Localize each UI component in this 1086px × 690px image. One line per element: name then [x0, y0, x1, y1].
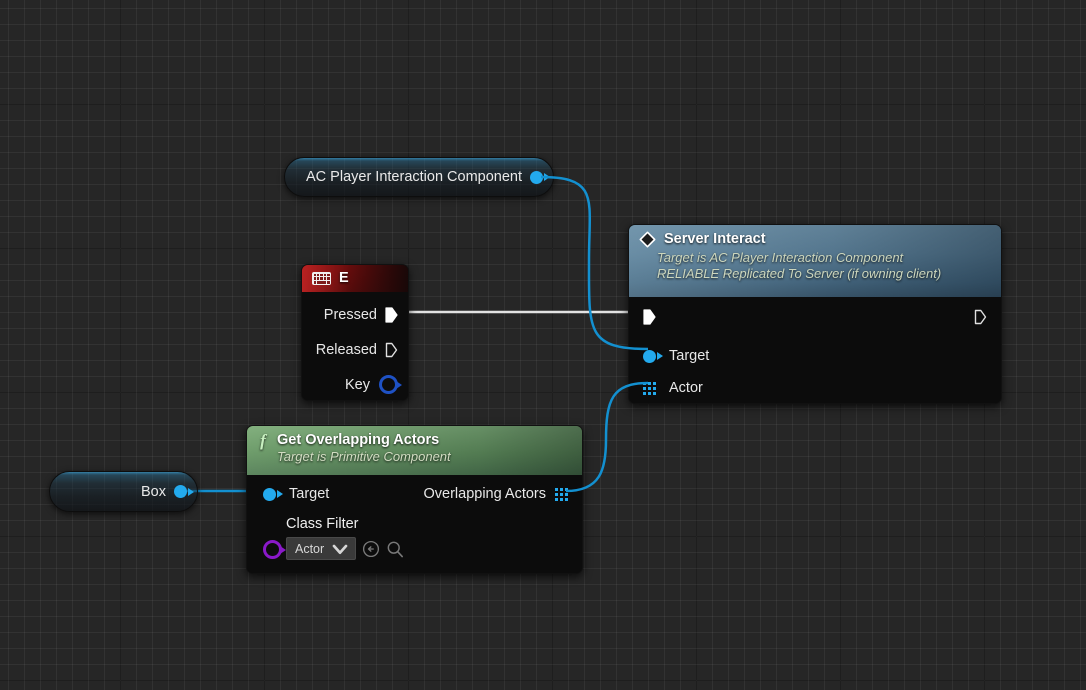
actor-input-pin[interactable]	[643, 381, 656, 395]
blueprint-graph-canvas[interactable]: AC Player Interaction Component Box E Pr…	[0, 0, 1086, 690]
target-input-pin[interactable]	[263, 487, 276, 501]
node-server-interact[interactable]: Server Interact Target is AC Player Inte…	[628, 224, 1002, 404]
pin-row-overlapping-actors[interactable]: Overlapping Actors	[423, 481, 568, 507]
class-filter-dropdown[interactable]: Actor	[286, 537, 357, 560]
diamond-event-icon	[639, 231, 656, 248]
node-key-event-e[interactable]: E Pressed Released Key	[301, 264, 409, 401]
node-get-overlapping-actors[interactable]: f Get Overlapping Actors Target is Primi…	[246, 425, 583, 574]
function-f-icon: f	[260, 431, 266, 450]
node-title-text: Get Overlapping Actors	[277, 432, 440, 448]
target-input-pin[interactable]	[643, 349, 656, 363]
pin-row-released[interactable]: Released	[302, 332, 398, 367]
node-title-row: f Get Overlapping Actors	[257, 432, 572, 449]
overlapping-actors-output-pin[interactable]	[555, 487, 568, 501]
node-title: AC Player Interaction Component	[306, 169, 522, 185]
node-subtitle: Target is Primitive Component	[277, 449, 451, 464]
node-body: Target Actor	[629, 297, 1001, 403]
box-output-pin[interactable]	[174, 485, 187, 498]
node-header: Server Interact Target is AC Player Inte…	[629, 225, 1001, 297]
pin-label: Overlapping Actors	[423, 486, 546, 502]
pin-label: Target	[289, 486, 330, 502]
chevron-down-icon	[332, 544, 348, 554]
exec-output-pin-released[interactable]	[385, 342, 398, 358]
pin-row-target[interactable]: Target	[263, 481, 329, 507]
browse-back-icon[interactable]	[362, 540, 380, 558]
pin-row-pressed[interactable]: Pressed	[302, 297, 398, 332]
exec-output-pin[interactable]	[974, 309, 987, 325]
pin-row-key[interactable]: Key	[302, 367, 398, 400]
node-subtitle: Target is AC Player Interaction Componen…	[657, 250, 942, 281]
node-ac-player-interaction-component[interactable]: AC Player Interaction Component	[284, 157, 554, 197]
node-header: f Get Overlapping Actors Target is Primi…	[247, 426, 582, 475]
class-filter-label: Class Filter	[286, 516, 359, 532]
pin-row-actor[interactable]: Actor	[629, 373, 1001, 403]
pin-label: Actor	[669, 380, 703, 396]
key-output-pin[interactable]	[379, 375, 398, 394]
exec-output-pin-pressed[interactable]	[385, 306, 398, 323]
class-filter-input-pin[interactable]	[263, 540, 282, 559]
pin-label: Target	[669, 348, 710, 364]
node-title-text: E	[339, 270, 349, 286]
node-body: Pressed Released Key	[302, 292, 408, 400]
node-title-text: Server Interact	[664, 231, 766, 247]
node-title-row: Server Interact	[639, 231, 991, 248]
keyboard-icon	[312, 272, 331, 285]
pin-label: Key	[345, 376, 370, 393]
exec-input-pin[interactable]	[643, 309, 656, 325]
node-title-row: E	[312, 270, 398, 287]
node-title: Box	[141, 483, 166, 500]
class-filter-value: Actor	[295, 541, 325, 556]
search-icon[interactable]	[386, 540, 404, 558]
component-output-pin[interactable]	[530, 170, 543, 184]
pin-label: Released	[315, 341, 377, 358]
pin-row-target[interactable]: Target	[629, 339, 1001, 373]
node-header: E	[302, 265, 408, 292]
node-box-component[interactable]: Box	[49, 471, 198, 512]
pin-label: Pressed	[323, 306, 377, 323]
node-body: Target Overlapping Actors Class Filter A…	[247, 475, 582, 573]
